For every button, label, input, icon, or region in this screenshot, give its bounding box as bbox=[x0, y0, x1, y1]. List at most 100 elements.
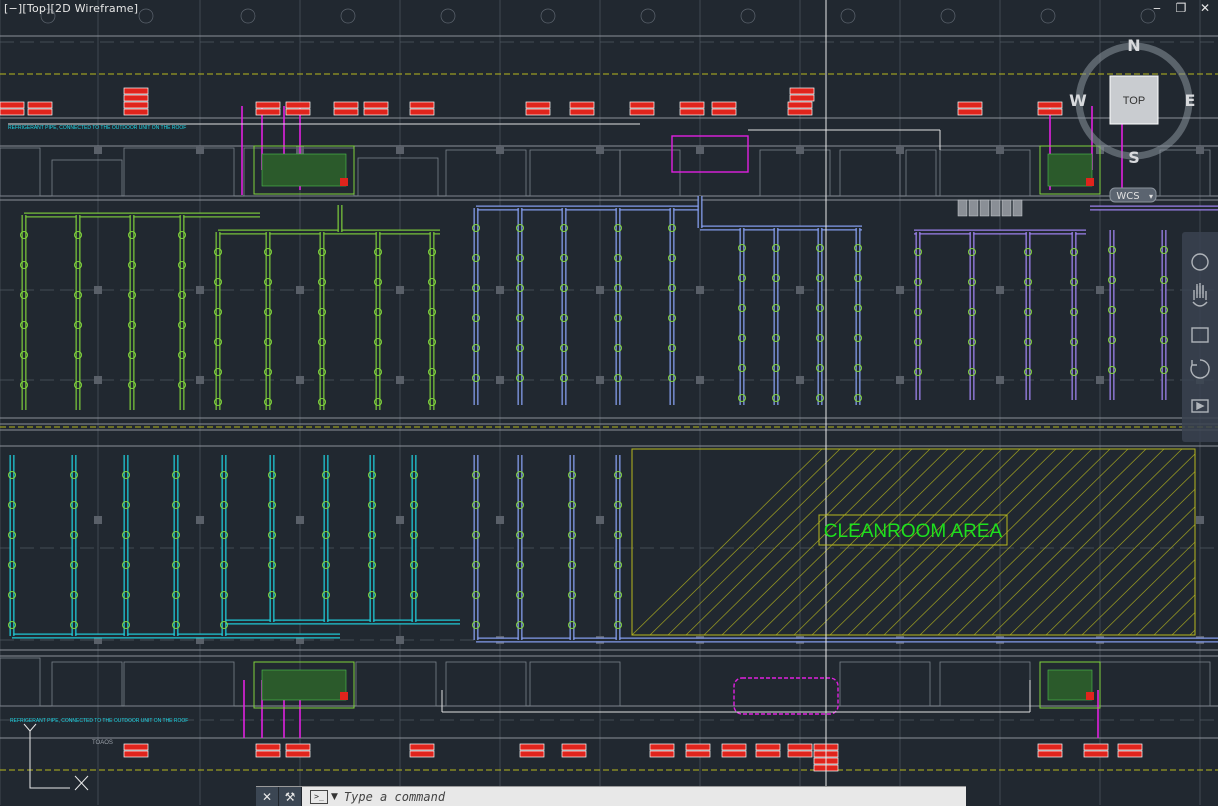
equipment-tag bbox=[256, 102, 280, 108]
equipment-tag bbox=[630, 102, 654, 108]
column bbox=[996, 376, 1004, 384]
equipment-tag bbox=[788, 751, 812, 757]
column bbox=[1096, 376, 1104, 384]
zoom-extents-icon[interactable] bbox=[1192, 328, 1208, 342]
equipment-tag bbox=[28, 109, 52, 115]
equipment-tag bbox=[686, 751, 710, 757]
equipment-tag bbox=[124, 751, 148, 757]
column bbox=[496, 376, 504, 384]
equipment-tag bbox=[124, 102, 148, 108]
column bbox=[896, 286, 904, 294]
viewport-window-controls: ‒ ❐ ✕ bbox=[1150, 1, 1212, 15]
chevron-down-icon[interactable]: ▼ bbox=[331, 792, 338, 802]
equipment-tag bbox=[790, 88, 814, 94]
toaos-note: TOAOS bbox=[92, 740, 113, 746]
close-icon[interactable]: ✕ bbox=[1198, 1, 1212, 15]
equipment-tag bbox=[28, 102, 52, 108]
column bbox=[696, 376, 704, 384]
equipment-tag bbox=[1038, 102, 1062, 108]
column bbox=[396, 516, 404, 524]
pan-icon[interactable] bbox=[1193, 283, 1207, 306]
equipment-tag bbox=[680, 102, 704, 108]
equipment-tag bbox=[788, 102, 812, 108]
equipment-tag bbox=[124, 744, 148, 750]
minimize-icon[interactable]: ‒ bbox=[1150, 1, 1164, 15]
column bbox=[596, 286, 604, 294]
column bbox=[496, 286, 504, 294]
equipment-tag bbox=[0, 109, 24, 115]
equipment-tag bbox=[722, 751, 746, 757]
column bbox=[896, 376, 904, 384]
equipment-tag bbox=[562, 751, 586, 757]
column bbox=[196, 146, 204, 154]
column bbox=[596, 146, 604, 154]
drawing-canvas[interactable]: REFRIGERANT PIPE, CONNECTED TO THE OUTDO… bbox=[0, 0, 1218, 805]
compass-west[interactable]: W bbox=[1069, 91, 1087, 110]
compass-north[interactable]: N bbox=[1127, 36, 1140, 55]
ahu-unit bbox=[262, 154, 346, 186]
equipment-tag bbox=[686, 744, 710, 750]
equipment-tag bbox=[286, 102, 310, 108]
equipment-tag bbox=[410, 102, 434, 108]
equipment-tag bbox=[256, 109, 280, 115]
equipment-tag bbox=[562, 744, 586, 750]
orbit-icon[interactable] bbox=[1191, 360, 1209, 378]
column bbox=[396, 376, 404, 384]
column bbox=[496, 516, 504, 524]
equipment-tag bbox=[124, 109, 148, 115]
recent-commands-icon[interactable]: >_ bbox=[310, 790, 328, 804]
equipment-tag bbox=[680, 109, 704, 115]
ahu-unit bbox=[969, 200, 978, 216]
equipment-tag bbox=[286, 744, 310, 750]
command-line: ✕ ⚒ >_ ▼ bbox=[256, 786, 966, 806]
equipment-tag bbox=[410, 744, 434, 750]
equipment-tag bbox=[364, 109, 388, 115]
equipment-tag bbox=[410, 751, 434, 757]
refrigerant-note-bottom: REFRIGERANT PIPE, CONNECTED TO THE OUTDO… bbox=[10, 718, 188, 724]
restore-icon[interactable]: ❐ bbox=[1174, 1, 1188, 15]
customize-icon[interactable]: ⚒ bbox=[279, 787, 302, 806]
column bbox=[196, 376, 204, 384]
column bbox=[94, 146, 102, 154]
column bbox=[596, 516, 604, 524]
column bbox=[296, 376, 304, 384]
equipment-tag bbox=[958, 102, 982, 108]
column bbox=[94, 516, 102, 524]
equipment-tag bbox=[364, 102, 388, 108]
equipment-tag bbox=[334, 102, 358, 108]
close-command-line-icon[interactable]: ✕ bbox=[256, 787, 279, 806]
equipment-tag bbox=[1118, 751, 1142, 757]
ucs-label: WCS bbox=[1116, 191, 1139, 202]
navbar-icons bbox=[1182, 232, 1218, 442]
column bbox=[396, 146, 404, 154]
equipment-tag bbox=[526, 109, 550, 115]
equipment-tag bbox=[570, 102, 594, 108]
ahu-unit bbox=[1048, 670, 1092, 700]
viewcube-face-label: TOP bbox=[1123, 95, 1145, 107]
viewport-controls-label[interactable]: [−][Top][2D Wireframe] bbox=[4, 2, 138, 15]
equipment-tag bbox=[788, 744, 812, 750]
compass-east[interactable]: E bbox=[1185, 91, 1196, 110]
equipment-tag bbox=[630, 109, 654, 115]
ahu-unit bbox=[980, 200, 989, 216]
equipment-tag bbox=[788, 109, 812, 115]
column bbox=[296, 516, 304, 524]
equipment-tag bbox=[256, 751, 280, 757]
equipment-tag bbox=[1084, 751, 1108, 757]
equipment-tag bbox=[286, 109, 310, 115]
equipment-tag bbox=[1038, 744, 1062, 750]
compass-south[interactable]: S bbox=[1128, 148, 1140, 167]
equipment-tag bbox=[1084, 744, 1108, 750]
command-input[interactable] bbox=[342, 789, 946, 805]
equipment-tag bbox=[712, 102, 736, 108]
column bbox=[1096, 286, 1104, 294]
column bbox=[796, 376, 804, 384]
column bbox=[296, 286, 304, 294]
column bbox=[196, 516, 204, 524]
equipment-tag bbox=[650, 744, 674, 750]
steering-wheel-icon[interactable] bbox=[1192, 254, 1208, 270]
equipment-tag bbox=[1038, 751, 1062, 757]
equipment-tag bbox=[286, 751, 310, 757]
equipment-tag bbox=[790, 95, 814, 101]
equipment-tag bbox=[256, 744, 280, 750]
